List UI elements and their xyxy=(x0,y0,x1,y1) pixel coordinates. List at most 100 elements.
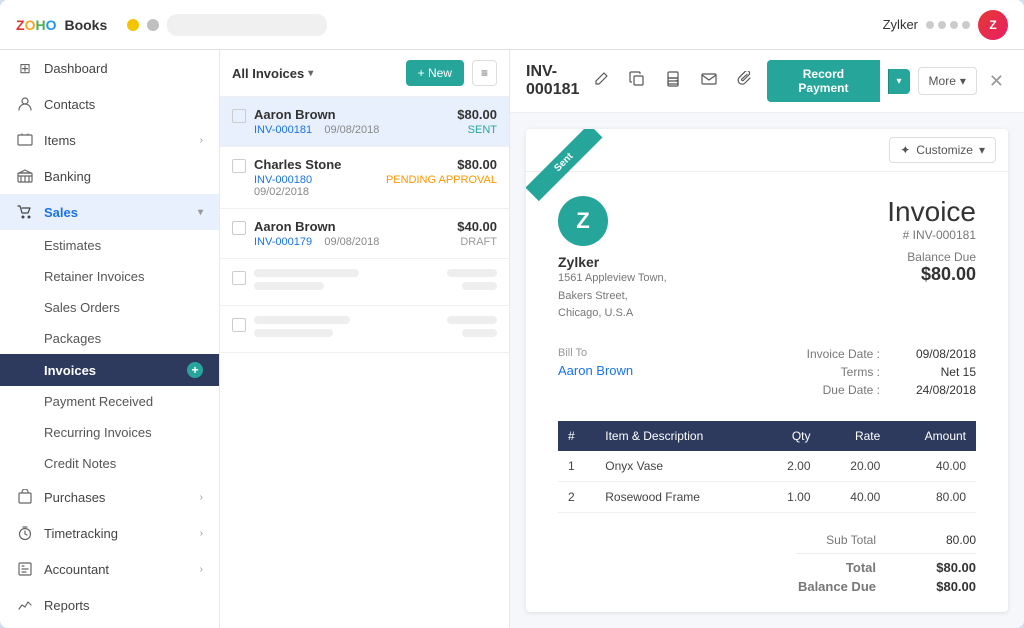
user-name: Zylker xyxy=(883,17,918,32)
invoice-checkbox-1[interactable] xyxy=(232,109,246,123)
invoice-item-3[interactable]: Aaron Brown INV-000179 09/08/2018 $40.00… xyxy=(220,209,509,259)
bill-to-label: Bill To xyxy=(558,347,633,359)
ph-line xyxy=(462,329,497,337)
invoice-list: All Invoices ▾ + New ≡ Aaron Brown INV-0… xyxy=(220,50,510,628)
filter-dropdown-button[interactable]: All Invoices ▾ xyxy=(232,66,313,81)
invoice-item-2[interactable]: Charles Stone INV-000180 09/02/2018 $80.… xyxy=(220,147,509,209)
duplicate-button[interactable] xyxy=(623,67,651,96)
sidebar-item-contacts[interactable]: Contacts xyxy=(0,86,219,122)
invoices-add-icon[interactable]: + xyxy=(187,362,203,378)
contacts-icon xyxy=(16,95,34,113)
detail-invoice-number: INV-000181 xyxy=(526,63,579,99)
sidebar-sub-invoices[interactable]: Invoices + xyxy=(0,354,219,386)
sidebar-label-banking: Banking xyxy=(44,169,91,184)
user-avatar[interactable]: Z xyxy=(978,10,1008,40)
app-logo: ZOHO Books xyxy=(16,17,107,33)
customize-icon: ✦ xyxy=(900,143,910,157)
top-bar: ZOHO Books Zylker Z xyxy=(0,0,1024,50)
table-header-amount: Amount xyxy=(890,421,976,451)
invoice-item-1[interactable]: Aaron Brown INV-000181 09/08/2018 $80.00… xyxy=(220,97,509,147)
more-button[interactable]: More ▾ xyxy=(918,67,977,95)
filter-label: All Invoices xyxy=(232,66,304,81)
attachment-button[interactable] xyxy=(731,67,759,96)
sidebar-item-timetracking[interactable]: Timetracking › xyxy=(0,515,219,551)
sidebar-item-banking[interactable]: Banking xyxy=(0,158,219,194)
sidebar-item-reports[interactable]: Reports xyxy=(0,587,219,623)
sidebar-sub-packages[interactable]: Packages xyxy=(0,323,219,354)
sidebar-sub-estimates[interactable]: Estimates xyxy=(0,230,219,261)
accountant-icon xyxy=(16,560,34,578)
subtotal-value: 80.00 xyxy=(916,533,976,547)
ph-line xyxy=(254,329,333,337)
company-address: 1561 Appleview Town, Bakers Street, Chic… xyxy=(558,270,667,323)
sidebar-item-accountant[interactable]: Accountant › xyxy=(0,551,219,587)
items-arrow-icon: › xyxy=(200,135,203,146)
ph-line xyxy=(447,316,497,324)
record-payment-dropdown[interactable]: ▾ xyxy=(888,69,910,94)
company-name: Zylker xyxy=(558,254,667,270)
invoice-checkbox-3[interactable] xyxy=(232,221,246,235)
top-search-bar[interactable] xyxy=(167,14,327,36)
invoice-right-3: $40.00 DRAFT xyxy=(457,219,497,248)
row1-num: 1 xyxy=(558,451,595,482)
invoice-document: Sent ✦ Customize ▾ Z Zylker xyxy=(526,129,1008,612)
invoice-info-3: Aaron Brown INV-000179 09/08/2018 xyxy=(254,219,449,248)
sidebar-sub-credit-notes[interactable]: Credit Notes xyxy=(0,448,219,479)
invoice-placeholder-2 xyxy=(220,306,509,353)
edit-button[interactable] xyxy=(587,67,615,96)
invoice-checkbox-2[interactable] xyxy=(232,159,246,173)
close-button[interactable]: ✕ xyxy=(985,67,1008,96)
due-date-value: 24/08/2018 xyxy=(896,383,976,397)
timetracking-icon xyxy=(16,524,34,542)
sidebar-label-purchases: Purchases xyxy=(44,490,105,505)
terms-row: Terms : Net 15 xyxy=(790,365,976,379)
invoice-placeholder-1 xyxy=(220,259,509,306)
subtotal-label: Sub Total xyxy=(796,533,876,547)
address-line3: Chicago, U.S.A xyxy=(558,307,633,319)
table-row-2: 2 Rosewood Frame 1.00 40.00 80.00 xyxy=(558,481,976,512)
row1-desc: Onyx Vase xyxy=(595,451,760,482)
logo-o2: O xyxy=(46,17,57,33)
doc-bill-section: Bill To Aaron Brown Invoice Date : 09/08… xyxy=(558,347,976,401)
new-invoice-label: + New xyxy=(418,66,452,80)
sidebar-sub-recurring-invoices[interactable]: Recurring Invoices xyxy=(0,417,219,448)
sidebar-sub-sales-orders[interactable]: Sales Orders xyxy=(0,292,219,323)
customize-button[interactable]: ✦ Customize ▾ xyxy=(889,137,996,163)
email-button[interactable] xyxy=(695,67,723,96)
sidebar-item-items[interactable]: Items › xyxy=(0,122,219,158)
balance-due-value-total: $80.00 xyxy=(916,579,976,594)
doc-invoice-num: # INV-000181 xyxy=(887,228,976,242)
dashboard-icon: ⊞ xyxy=(16,59,34,77)
invoice-date-value: 09/08/2018 xyxy=(896,347,976,361)
traffic-light-gray1 xyxy=(147,19,159,31)
sidebar-label-reports: Reports xyxy=(44,598,90,613)
more-label: More xyxy=(929,74,956,88)
sidebar-label-sales: Sales xyxy=(44,205,78,220)
doc-title-area: Invoice # INV-000181 Balance Due $80.00 xyxy=(887,196,976,285)
subtotal-row: Sub Total 80.00 xyxy=(796,533,976,547)
invoice-status-1: SENT xyxy=(457,124,497,136)
placeholder-checkbox xyxy=(232,271,246,285)
sidebar-label-dashboard: Dashboard xyxy=(44,61,108,76)
timetracking-arrow-icon: › xyxy=(200,528,203,539)
sidebar-sub-retainer-invoices[interactable]: Retainer Invoices xyxy=(0,261,219,292)
row2-qty: 1.00 xyxy=(760,481,821,512)
print-button[interactable] xyxy=(659,67,687,96)
top-bar-right: Zylker Z xyxy=(883,10,1008,40)
invoice-date-3: 09/08/2018 xyxy=(324,236,379,248)
balance-due-row: Balance Due $80.00 xyxy=(796,579,976,594)
record-payment-button[interactable]: Record Payment xyxy=(767,60,879,102)
sidebar-item-purchases[interactable]: Purchases › xyxy=(0,479,219,515)
top-dots xyxy=(926,21,970,29)
invoice-status-3: DRAFT xyxy=(457,236,497,248)
customize-dropdown-icon: ▾ xyxy=(979,143,985,157)
list-menu-button[interactable]: ≡ xyxy=(472,60,497,86)
invoice-meta-2: INV-000180 09/02/2018 xyxy=(254,174,378,198)
sidebar-item-dashboard[interactable]: ⊞ Dashboard xyxy=(0,50,219,86)
sidebar: ⊞ Dashboard Contacts Items › Ba xyxy=(0,50,220,628)
sidebar-item-sales[interactable]: Sales ▾ xyxy=(0,194,219,230)
doc-balance-label: Balance Due xyxy=(887,250,976,264)
new-invoice-button[interactable]: + New xyxy=(406,60,464,86)
ph-line xyxy=(254,316,350,324)
sidebar-sub-payment-received[interactable]: Payment Received xyxy=(0,386,219,417)
